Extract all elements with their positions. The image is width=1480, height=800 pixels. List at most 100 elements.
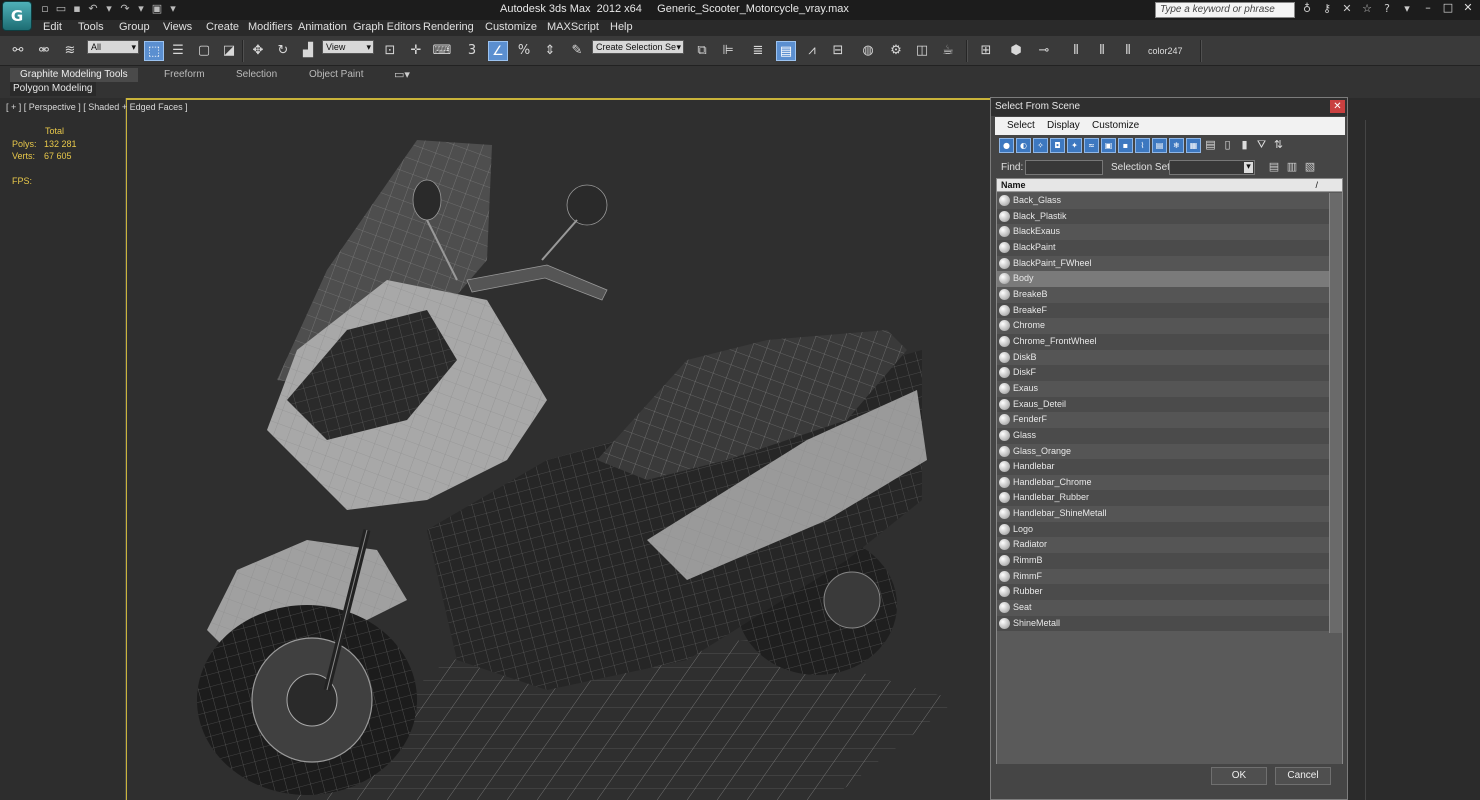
display-helpers-icon[interactable]: ✦ [1067, 138, 1082, 153]
dialog-menu-select[interactable]: Select [1007, 120, 1035, 131]
selection-filter-dropdown[interactable]: All [87, 40, 139, 54]
list-item[interactable]: Body [997, 271, 1329, 287]
spinner-snap-icon[interactable]: ⇕ [540, 41, 560, 61]
new-file-icon[interactable]: ▫ [38, 2, 52, 16]
close-button[interactable]: ✕ [1458, 0, 1478, 16]
select-object-icon[interactable]: ⬚ [144, 41, 164, 61]
list-item[interactable]: Black_Plastik [997, 208, 1329, 225]
menu-animation[interactable]: Animation [298, 21, 347, 33]
list-item[interactable]: DiskF [997, 365, 1329, 381]
menu-views[interactable]: Views [163, 21, 192, 33]
window-crossing-icon[interactable]: ◪ [219, 41, 239, 61]
display-hidden-icon[interactable]: ▦ [1186, 138, 1201, 153]
list-item[interactable]: ShineMetall [997, 615, 1329, 632]
find-input[interactable] [1025, 160, 1103, 175]
undo-icon[interactable]: ↶ [86, 2, 100, 16]
minimize-button[interactable]: – [1418, 0, 1438, 16]
open-file-icon[interactable]: ▭ [54, 2, 68, 16]
menu-edit[interactable]: Edit [43, 21, 62, 33]
open-containers-icon[interactable]: ⦀ [1066, 41, 1086, 61]
list-item[interactable]: Handlebar_Chrome [997, 474, 1329, 491]
redo-dropdown-icon[interactable]: ▾ [134, 2, 148, 16]
cancel-button[interactable]: Cancel [1275, 767, 1331, 785]
rectangular-selection-icon[interactable]: ▢ [194, 41, 214, 61]
pivot-center-icon[interactable]: ⊡ [380, 41, 400, 61]
edit-named-selection-icon[interactable]: ✎ [567, 41, 587, 61]
tab-graphite-modeling-tools[interactable]: Graphite Modeling Tools [10, 68, 138, 82]
binoculars-icon[interactable]: ♁ [1300, 2, 1314, 16]
graphite-toggle-icon[interactable]: ▤ [776, 41, 796, 61]
search-input[interactable]: Type a keyword or phrase [1155, 2, 1295, 18]
named-selection-dropdown[interactable]: Create Selection Se [592, 40, 684, 54]
select-manipulate-icon[interactable]: ✛ [406, 41, 426, 61]
reference-coordinate-dropdown[interactable]: View [322, 40, 374, 54]
link-icon[interactable]: ⚯ [8, 41, 28, 61]
display-shapes-icon[interactable]: ◐ [1016, 138, 1031, 153]
unlink-icon[interactable]: ⚮ [34, 41, 54, 61]
menu-maxscript[interactable]: MAXScript [547, 21, 599, 33]
key-icon[interactable]: ⚷ [1320, 2, 1334, 16]
undo-dropdown-icon[interactable]: ▾ [102, 2, 116, 16]
list-scrollbar[interactable] [1329, 193, 1342, 633]
list-item[interactable]: Chrome [997, 318, 1329, 334]
container-icon[interactable]: ⊞ [976, 41, 996, 61]
list-item[interactable]: Exaus [997, 380, 1329, 397]
menu-modifiers[interactable]: Modifiers [248, 21, 293, 33]
menu-graph-editors[interactable]: Graph Editors [353, 21, 421, 33]
list-item[interactable]: DiskB [997, 349, 1329, 366]
list-item[interactable]: RimmF [997, 568, 1329, 585]
schematic-view-icon[interactable]: ⊟ [828, 41, 848, 61]
scale-icon[interactable]: ▟ [298, 41, 318, 61]
select-none-icon[interactable]: ▯ [1220, 138, 1235, 153]
select-all-icon[interactable]: ▤ [1203, 138, 1218, 153]
curve-editor-icon[interactable]: ⩘ [802, 41, 822, 61]
help-dropdown-icon[interactable]: ▾ [1400, 2, 1414, 16]
select-by-name-icon[interactable]: ☰ [168, 41, 188, 61]
dialog-menu-display[interactable]: Display [1047, 120, 1080, 131]
list-item[interactable]: BlackPaint_FWheel [997, 255, 1329, 272]
select-invert-icon[interactable]: ▮ [1237, 138, 1252, 153]
list-item[interactable]: Exaus_Deteil [997, 396, 1329, 413]
list-item[interactable]: Back_Glass [997, 193, 1329, 209]
list-item[interactable]: Handlebar_ShineMetall [997, 506, 1329, 522]
dialog-menu-customize[interactable]: Customize [1092, 120, 1139, 131]
display-containers-icon[interactable]: ▤ [1152, 138, 1167, 153]
snaps-toggle-icon[interactable]: 3 [462, 41, 482, 61]
display-spacewarps-icon[interactable]: ≈ [1084, 138, 1099, 153]
percent-snap-icon[interactable]: % [514, 41, 534, 61]
tab-object-paint[interactable]: Object Paint [299, 68, 373, 82]
menu-customize[interactable]: Customize [485, 21, 537, 33]
redo-icon[interactable]: ↷ [118, 2, 132, 16]
list-item[interactable]: Glass [997, 427, 1329, 444]
pipe-icon[interactable]: ⊸ [1034, 41, 1054, 61]
layer-manager-icon[interactable]: ≣ [748, 41, 768, 61]
dialog-close-button[interactable]: ✕ [1330, 100, 1345, 113]
display-cameras-icon[interactable]: ◘ [1050, 138, 1065, 153]
exchange-icon[interactable]: ✕ [1340, 2, 1354, 16]
list-item[interactable]: Handlebar_Rubber [997, 490, 1329, 507]
maximize-button[interactable]: □ [1438, 0, 1458, 16]
list-item[interactable]: Chrome_FrontWheel [997, 333, 1329, 350]
ribbon-options-icon[interactable]: ▭▾ [394, 68, 410, 82]
edit-selection-set-icon[interactable]: ▥ [1285, 160, 1299, 174]
selection-set-dropdown[interactable] [1169, 160, 1255, 175]
remove-selection-set-icon[interactable]: ▧ [1303, 160, 1317, 174]
mirror-icon[interactable]: ⧉ [692, 41, 712, 61]
rotate-icon[interactable]: ↻ [273, 41, 293, 61]
sort-options-icon[interactable]: ⇅ [1271, 138, 1286, 153]
list-item[interactable]: BreakeB [997, 286, 1329, 303]
display-bones-icon[interactable]: ⌇ [1135, 138, 1150, 153]
menu-create[interactable]: Create [206, 21, 239, 33]
list-item[interactable]: Glass_Orange [997, 443, 1329, 460]
ok-button[interactable]: OK [1211, 767, 1267, 785]
display-groups-icon[interactable]: ▣ [1101, 138, 1116, 153]
cube-icon[interactable]: ⬢ [1006, 41, 1026, 61]
tab-freeform[interactable]: Freeform [154, 68, 215, 82]
display-geometry-icon[interactable]: ● [999, 138, 1014, 153]
ribbon-panel-polygon-modeling[interactable]: Polygon Modeling [10, 82, 96, 96]
menu-help[interactable]: Help [610, 21, 633, 33]
list-item[interactable]: Logo [997, 521, 1329, 538]
list-item[interactable]: FenderF [997, 412, 1329, 428]
save-file-icon[interactable]: ▪ [70, 2, 84, 16]
display-lights-icon[interactable]: ✧ [1033, 138, 1048, 153]
